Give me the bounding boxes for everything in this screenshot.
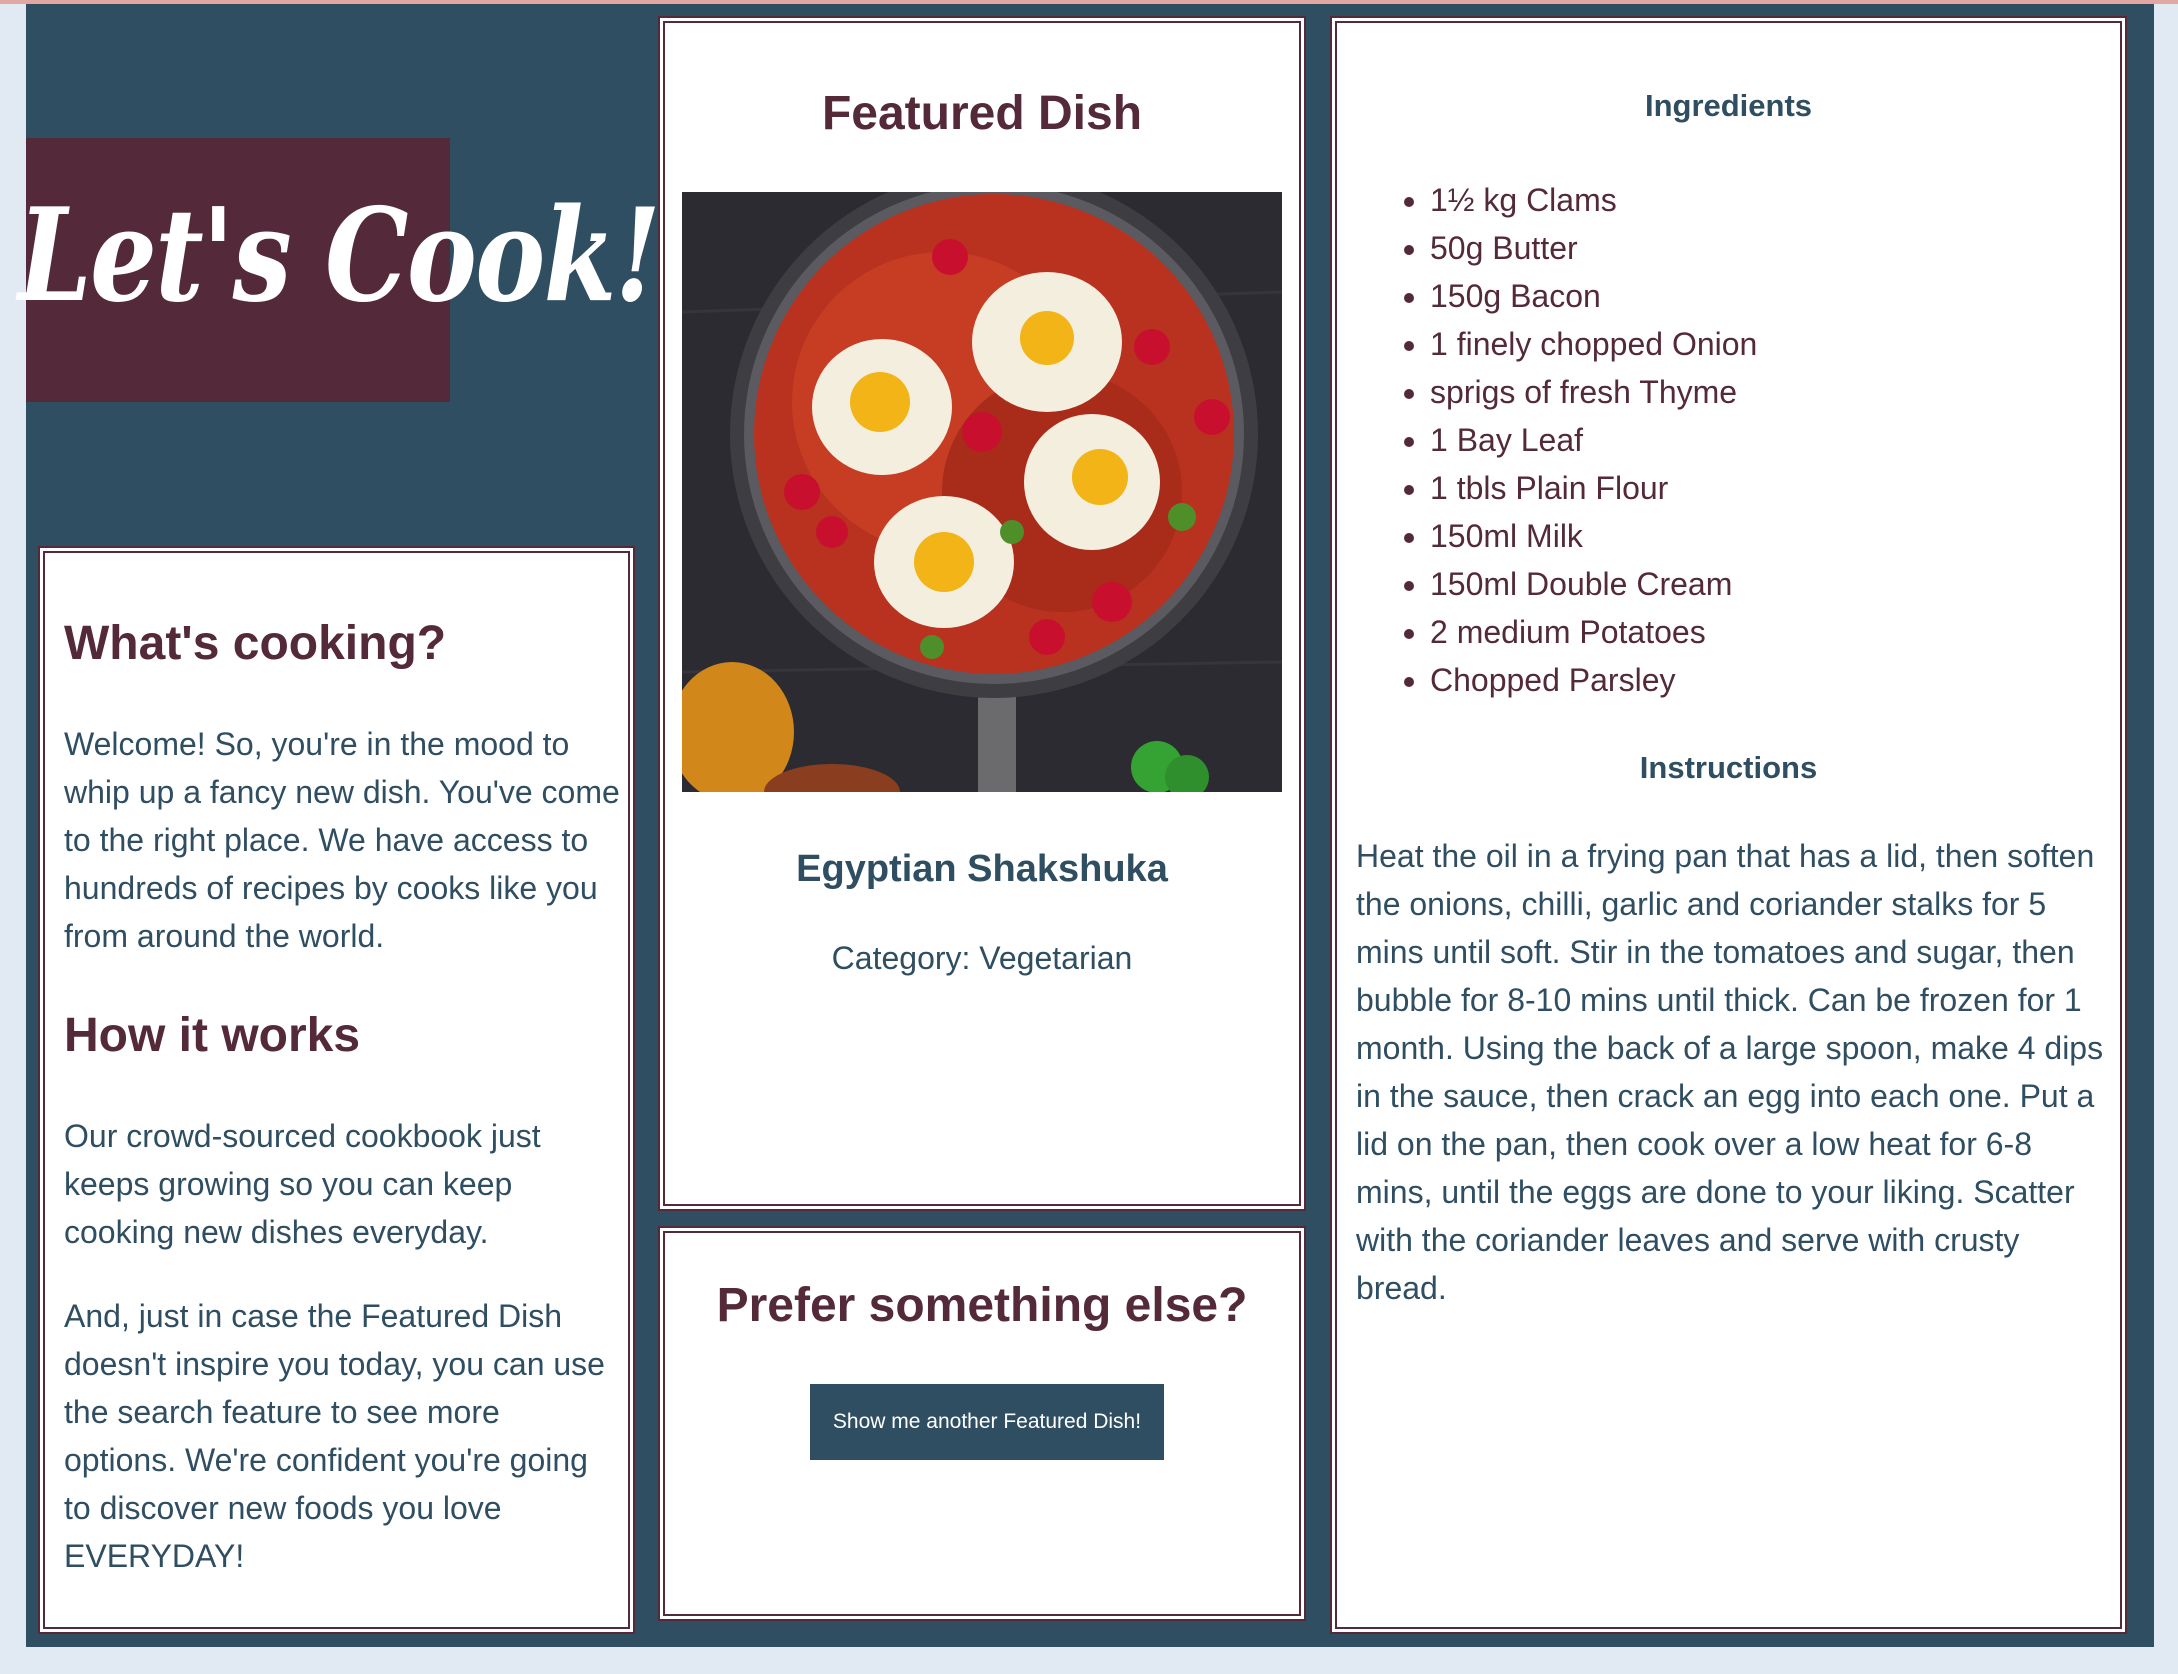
- list-item: 2 medium Potatoes: [1430, 608, 1757, 656]
- recipe-card: Ingredients 1½ kg Clams 50g Butter 150g …: [1330, 16, 2127, 1634]
- logo-text: Let's Cook!: [18, 181, 661, 331]
- list-item: 150ml Milk: [1430, 512, 1757, 560]
- instructions-heading: Instructions: [1639, 750, 1818, 785]
- ingredients-list: 1½ kg Clams 50g Butter 150g Bacon 1 fine…: [1394, 176, 1757, 704]
- list-item: Chopped Parsley: [1430, 656, 1757, 704]
- ingredients-heading: Ingredients: [1644, 88, 1813, 123]
- featured-dish-card: Featured Dish Egyptian Shakshuka Categor…: [658, 16, 1306, 1211]
- list-item: 1 tbls Plain Flour: [1430, 464, 1757, 512]
- whats-cooking-heading: What's cooking?: [64, 617, 447, 670]
- list-item: sprigs of fresh Thyme: [1430, 368, 1757, 416]
- show-another-dish-button[interactable]: Show me another Featured Dish!: [810, 1384, 1164, 1460]
- list-item: 150ml Double Cream: [1430, 560, 1757, 608]
- welcome-paragraph: Welcome! So, you're in the mood to whip …: [64, 726, 620, 954]
- prefer-card: Prefer something else? Show me another F…: [658, 1226, 1306, 1621]
- list-item: 50g Butter: [1430, 224, 1757, 272]
- list-item: 1 finely chopped Onion: [1430, 320, 1757, 368]
- about-card: What's cooking? Welcome! So, you're in t…: [38, 546, 635, 1634]
- search-tip-paragraph: And, just in case the Featured Dish does…: [64, 1298, 605, 1574]
- dish-category: Category: Vegetarian: [831, 940, 1133, 976]
- logo: Let's Cook!: [18, 138, 661, 402]
- list-item: 1 Bay Leaf: [1430, 416, 1757, 464]
- prefer-heading: Prefer something else?: [716, 1279, 1248, 1332]
- how-it-works-paragraph: Our crowd-sourced cookbook just keeps gr…: [64, 1118, 541, 1250]
- featured-dish-title: Featured Dish: [821, 87, 1143, 140]
- list-item: 150g Bacon: [1430, 272, 1757, 320]
- dish-name: Egyptian Shakshuka: [796, 848, 1168, 890]
- list-item: 1½ kg Clams: [1430, 176, 1757, 224]
- dish-photo: [682, 192, 1282, 792]
- instructions-text: Heat the oil in a frying pan that has a …: [1356, 838, 2104, 1306]
- how-it-works-heading: How it works: [64, 1009, 361, 1062]
